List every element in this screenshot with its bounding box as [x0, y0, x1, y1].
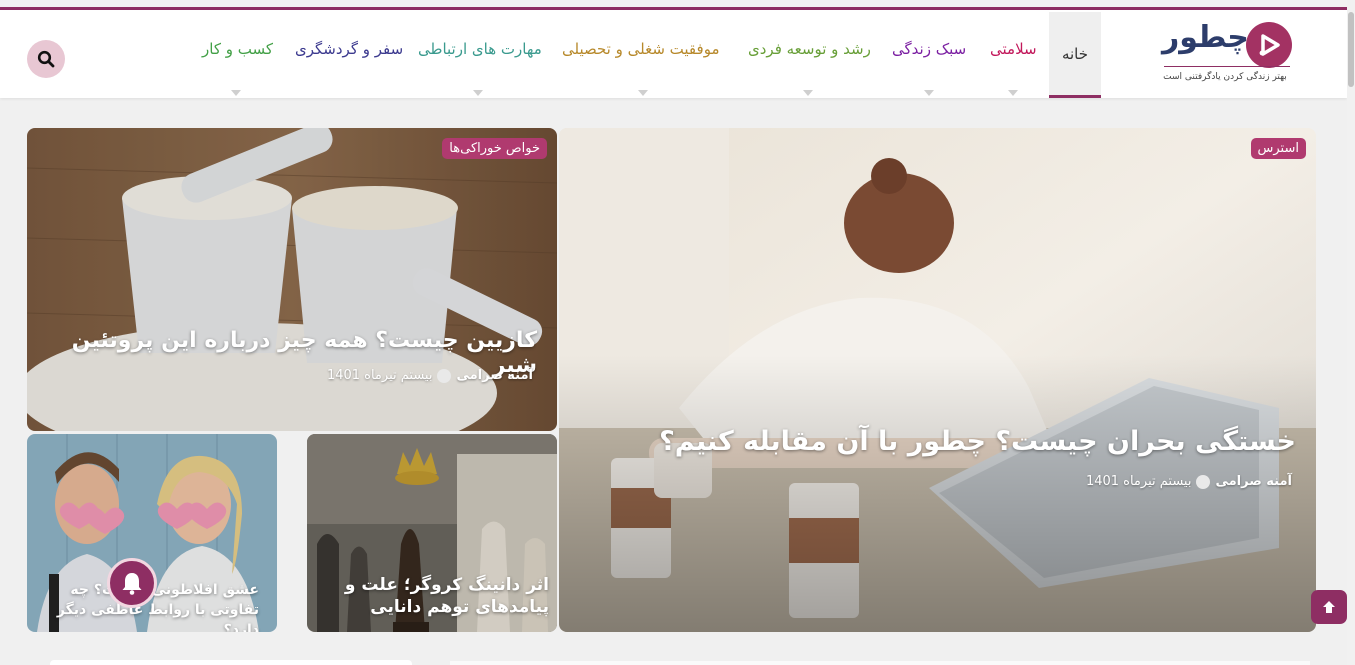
- post-title-dunning-kruger[interactable]: اثر دانینگ کروگر؛ علت و پیامدهای توهم دا…: [319, 574, 549, 618]
- category-badge[interactable]: خواص خوراکی‌ها: [442, 138, 547, 159]
- featured-post-meta: آمنه صرامی بیستم تیرماه 1401: [1086, 474, 1292, 489]
- chevron-down-icon: [473, 90, 483, 96]
- category-badge[interactable]: استرس: [1250, 138, 1306, 159]
- featured-post-image: [559, 128, 1316, 632]
- nav-item-lifestyle[interactable]: سبک زندگی: [892, 40, 966, 58]
- chevron-down-icon: [1008, 90, 1018, 96]
- content-section-start: [50, 660, 412, 665]
- nav-item-health[interactable]: سلامتی: [990, 40, 1037, 58]
- back-to-top-button[interactable]: [1311, 590, 1347, 624]
- search-icon: [37, 50, 55, 68]
- logo-play-icon: [1246, 22, 1292, 68]
- chevron-down-icon: [803, 90, 813, 96]
- arrow-up-icon: [1323, 601, 1335, 613]
- author-avatar: [437, 368, 452, 383]
- post-author[interactable]: آمنه صرامی: [456, 368, 533, 383]
- post-author[interactable]: آمنه صرامی: [1215, 474, 1292, 489]
- featured-post-title[interactable]: خستگی بحران چیست؟ چطور با آن مقابله کنیم…: [596, 426, 1296, 457]
- logo-tagline: بهتر زندگی کردن یادگرفتنی است: [1163, 72, 1287, 82]
- nav-item-communication[interactable]: مهارت های ارتباطی: [418, 40, 542, 58]
- site-header: چطور بهتر زندگی کردن یادگرفتنی است خانه …: [0, 10, 1347, 98]
- site-logo[interactable]: چطور بهتر زندگی کردن یادگرفتنی است: [1158, 16, 1298, 92]
- nav-item-personal-growth[interactable]: رشد و توسعه فردی: [748, 40, 871, 58]
- post-card-platonic-love[interactable]: عشق افلاطونی چیست؟ چه تفاوتی با روابط عا…: [27, 434, 277, 632]
- nav-item-travel[interactable]: سفر و گردشگری: [295, 40, 403, 58]
- content-section-start: [450, 661, 1310, 665]
- bell-icon: [122, 573, 142, 595]
- post-image-casein: [27, 128, 557, 431]
- nav-item-career[interactable]: موفقیت شغلی و تحصیلی: [562, 40, 719, 58]
- top-border: [0, 0, 1347, 10]
- post-meta-casein: آمنه صرامی بیستم تیرماه 1401: [327, 368, 533, 383]
- logo-name: چطور: [1162, 20, 1249, 55]
- featured-post-card[interactable]: استرس خستگی بحران چیست؟ چطور با آن مقابل…: [559, 128, 1316, 632]
- chevron-down-icon: [638, 90, 648, 96]
- scrollbar-thumb[interactable]: [1348, 12, 1354, 87]
- post-card-dunning-kruger[interactable]: اثر دانینگ کروگر؛ علت و پیامدهای توهم دا…: [307, 434, 557, 632]
- nav-item-business[interactable]: کسب و کار: [202, 40, 273, 58]
- post-date: بیستم تیرماه 1401: [1085, 474, 1192, 489]
- post-card-casein[interactable]: خواص خوراکی‌ها کازیین چیست؟ همه چیز دربا…: [27, 128, 557, 431]
- author-avatar: [1196, 474, 1211, 489]
- search-button[interactable]: [27, 40, 65, 78]
- chevron-down-icon: [924, 90, 934, 96]
- post-date: بیستم تیرماه 1401: [326, 368, 433, 383]
- nav-item-home[interactable]: خانه: [1049, 12, 1101, 98]
- chevron-down-icon: [231, 90, 241, 96]
- notification-button[interactable]: [107, 558, 157, 608]
- page-scrollbar[interactable]: [1347, 0, 1355, 665]
